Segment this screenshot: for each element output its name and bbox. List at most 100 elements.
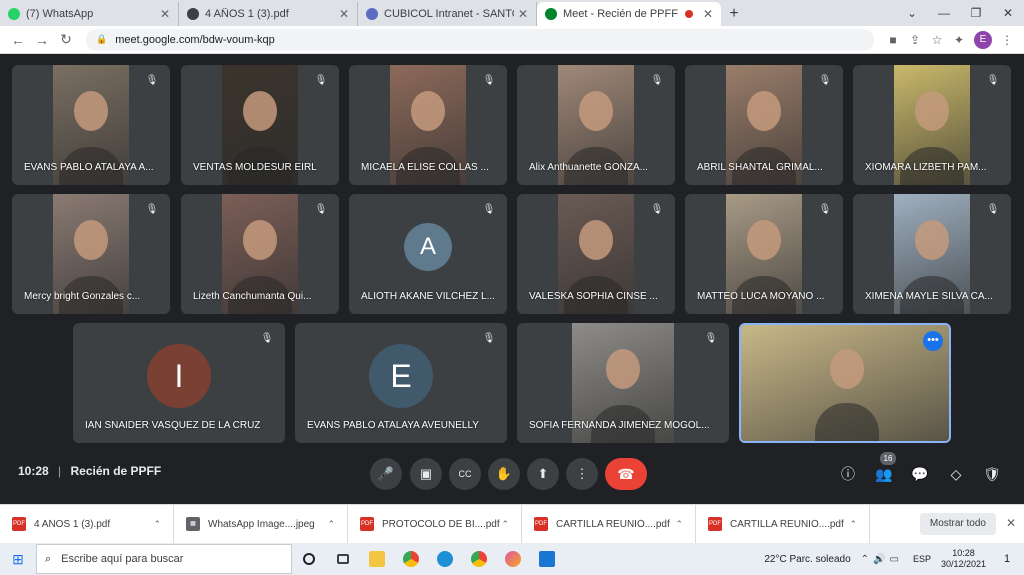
tab-label: 4 AÑOS 1 (3).pdf	[205, 8, 289, 20]
self-view-options-icon[interactable]: •••	[923, 331, 943, 351]
participant-tile[interactable]: 🎙 Lizeth Canchumanta Qui...	[181, 194, 339, 314]
participant-face	[915, 219, 949, 260]
participant-name: ALIOTH AKANE VILCHEZ L...	[361, 291, 495, 302]
muted-mic-icon: 🎙	[986, 75, 1000, 86]
people-button[interactable]: 👥	[872, 462, 896, 486]
media-player-taskbar-icon[interactable]	[530, 543, 564, 575]
edge-taskbar-icon[interactable]	[428, 543, 462, 575]
participant-tile[interactable]: 🎙 ABRIL SHANTAL GRIMAL...	[685, 65, 843, 185]
muted-mic-icon: 🎙	[314, 204, 328, 215]
download-item[interactable]: PDF CARTILLA REUNIÓ....pdf ⌃	[696, 504, 870, 544]
tab-close-icon[interactable]: ✕	[703, 7, 713, 21]
windows-start-icon[interactable]: ⊞	[0, 551, 36, 568]
captions-button[interactable]: CC	[449, 458, 481, 490]
download-options-chevron-icon[interactable]: ⌃	[675, 519, 683, 530]
download-item[interactable]: ▦ WhatsApp Image....jpeg ⌃	[174, 504, 348, 544]
download-options-chevron-icon[interactable]: ⌃	[327, 519, 335, 530]
chat-button[interactable]: 💬	[908, 462, 932, 486]
browser-tab-strip: (7) WhatsApp ✕ 4 AÑOS 1 (3).pdf ✕ CUBICOL In…	[0, 0, 1024, 26]
camera-button[interactable]: ▣	[410, 458, 442, 490]
file-explorer-icon[interactable]	[360, 543, 394, 575]
participant-name: MICAELA ELISE COLLAS ...	[361, 162, 489, 173]
task-view-icon[interactable]	[326, 543, 360, 575]
cortana-icon[interactable]	[292, 543, 326, 575]
back-button[interactable]: ←	[6, 32, 30, 48]
browser-menu-icon[interactable]: ⋮	[996, 33, 1018, 47]
taskbar-search-box[interactable]: ⌕ Escribe aquí para buscar	[36, 544, 292, 574]
browser-tab[interactable]: 4 AÑOS 1 (3).pdf ✕	[179, 2, 358, 26]
browser-tab[interactable]: CUBICOL Intranet - SANTO DOM ✕	[358, 2, 537, 26]
participant-name: VENTAS MOLDESUR EIRL	[193, 162, 317, 173]
tab-close-icon[interactable]: ✕	[160, 7, 170, 21]
more-options-button[interactable]: ⋮	[566, 458, 598, 490]
participant-tile[interactable]: 🎙 MATTEO LUCA MOYANO ...	[685, 194, 843, 314]
muted-mic-icon: 🎙	[650, 75, 664, 86]
weather-widget[interactable]: 22°C Parc. soleado	[764, 554, 850, 565]
meet-participant-grid: 🎙 EVANS PABLO ATALAYA A... 🎙 VENTAS MOLDESU…	[0, 55, 1024, 447]
taskbar-search-placeholder: Escribe aquí para buscar	[61, 553, 184, 565]
participant-name: EVANS PABLO ATALAYA A...	[24, 162, 154, 173]
close-window-button[interactable]: ✕	[992, 6, 1024, 20]
bookmark-star-icon[interactable]: ☆	[926, 33, 948, 47]
chrome-taskbar-icon[interactable]	[394, 543, 428, 575]
tab-search-icon[interactable]: ⌄	[896, 6, 928, 20]
participant-tile[interactable]: 🎙 XIMENA MAYLE SILVA CA...	[853, 194, 1011, 314]
participant-tile[interactable]: 🎙 MICAELA ELISE COLLAS ...	[349, 65, 507, 185]
download-item[interactable]: PDF PROTOCOLO DE BI....pdf ⌃	[348, 504, 522, 544]
download-options-chevron-icon[interactable]: ⌃	[849, 519, 857, 530]
notification-center-icon[interactable]: 1	[996, 553, 1018, 565]
share-icon[interactable]: ⇪	[904, 33, 926, 47]
reload-button[interactable]: ↻	[54, 31, 78, 48]
omnibox[interactable]: 🔒 meet.google.com/bdw-voum-kqp	[86, 28, 874, 51]
taskbar-clock[interactable]: 10:28 30/12/2021	[941, 548, 986, 570]
new-tab-button[interactable]: +	[721, 2, 747, 26]
raise-hand-button[interactable]: ✋	[488, 458, 520, 490]
camera-permission-icon[interactable]: ■	[882, 33, 904, 47]
meeting-info-button[interactable]: ⓘ	[836, 462, 860, 486]
tab-close-icon[interactable]: ✕	[518, 7, 528, 21]
download-item[interactable]: PDF CARTILLA REUNIÓ....pdf ⌃	[522, 504, 696, 544]
chrome-profile-taskbar-icon[interactable]	[462, 543, 496, 575]
muted-mic-icon: 🎙	[482, 75, 496, 86]
forward-button[interactable]: →	[30, 32, 54, 48]
browser-tab[interactable]: Meet - Recién de PPFF ✕	[537, 2, 721, 26]
participant-face	[915, 90, 949, 131]
participant-tile[interactable]: 🎙 XIOMARA LIZBETH PAM...	[853, 65, 1011, 185]
photos-taskbar-icon[interactable]	[496, 543, 530, 575]
participant-tile[interactable]: 🎙 VENTAS MOLDESUR EIRL	[181, 65, 339, 185]
tab-favicon-icon	[366, 8, 378, 20]
show-all-downloads-button[interactable]: Mostrar todo	[919, 513, 996, 535]
browser-tab[interactable]: (7) WhatsApp ✕	[0, 2, 179, 26]
participant-tile[interactable]: 🎙 VALESKA SOPHIA CINSE ...	[517, 194, 675, 314]
meeting-title: Recién de PPFF	[70, 464, 162, 478]
host-controls-button[interactable]: 🛡	[980, 462, 1004, 486]
participant-avatar: I	[147, 343, 211, 408]
extensions-icon[interactable]: ✦	[948, 33, 970, 47]
participant-name: XIOMARA LIZBETH PAM...	[865, 162, 987, 173]
microphone-button[interactable]: 🎤	[370, 458, 402, 490]
participant-tile[interactable]: A 🎙 ALIOTH AKANE VILCHEZ L...	[349, 194, 507, 314]
hang-up-button[interactable]: ☎	[605, 458, 647, 490]
present-button[interactable]: ⬆	[527, 458, 559, 490]
minimize-button[interactable]: —	[928, 6, 960, 20]
activities-button[interactable]: ◇	[944, 462, 968, 486]
self-view-tile[interactable]: •••	[739, 323, 951, 443]
download-options-chevron-icon[interactable]: ⌃	[501, 519, 509, 530]
participant-tile[interactable]: I 🎙 IAN SNAIDER VASQUEZ DE LA CRUZ	[73, 323, 285, 443]
participant-tile[interactable]: 🎙 EVANS PABLO ATALAYA A...	[12, 65, 170, 185]
tray-icons[interactable]: ⌃🔊▭	[861, 554, 903, 565]
close-downloads-icon[interactable]: ✕	[1006, 516, 1016, 530]
input-language[interactable]: ESP	[913, 554, 931, 564]
profile-avatar[interactable]: E	[974, 30, 992, 49]
participant-tile[interactable]: 🎙 Alix Anthuanette GONZA...	[517, 65, 675, 185]
image-file-icon: ▦	[186, 517, 200, 531]
participant-tile[interactable]: 🎙 SOFIA FERNANDA JIMENEZ MOGOL...	[517, 323, 729, 443]
restore-button[interactable]: ❐	[960, 6, 992, 20]
download-item[interactable]: PDF 4 AÑOS 1 (3).pdf ⌃	[0, 504, 174, 544]
participant-tile[interactable]: E 🎙 EVANS PABLO ATALAYA AVEUNELLY	[295, 323, 507, 443]
tab-close-icon[interactable]: ✕	[339, 7, 349, 21]
participant-name: ABRIL SHANTAL GRIMAL...	[697, 162, 823, 173]
participant-tile[interactable]: 🎙 Mercy bright Gonzales c...	[12, 194, 170, 314]
download-options-chevron-icon[interactable]: ⌃	[153, 519, 161, 530]
search-icon: ⌕	[45, 552, 52, 565]
